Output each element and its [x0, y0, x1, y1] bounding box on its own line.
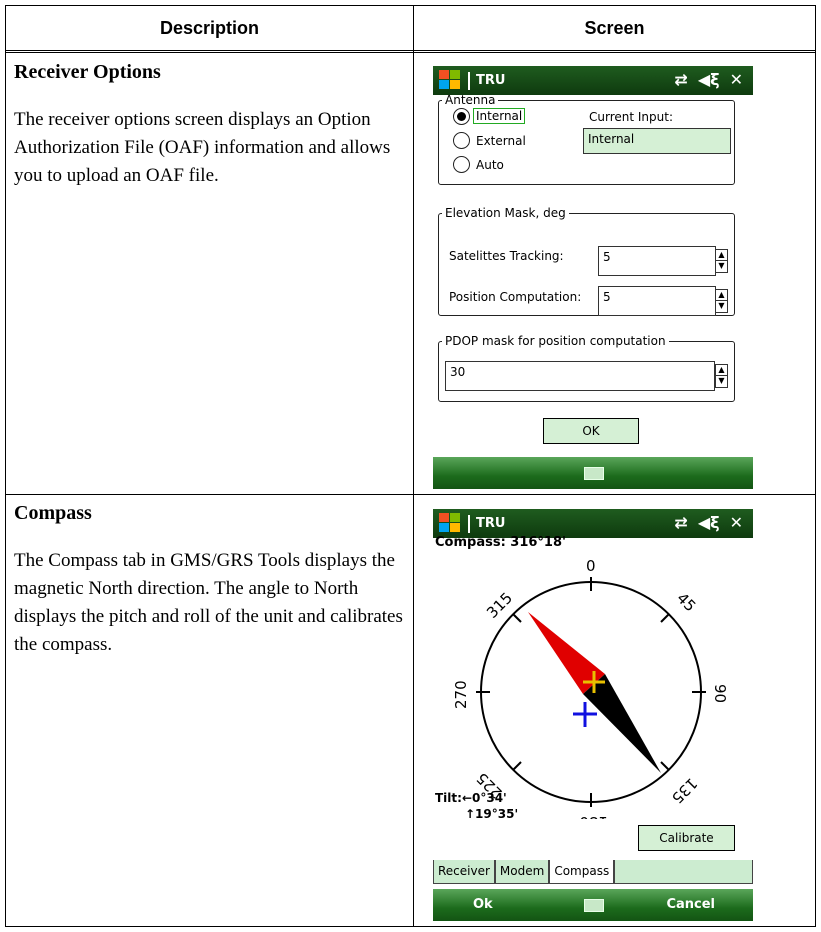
header-description: Description — [6, 6, 414, 50]
row-receiver-description: Receiver Options The receiver options sc… — [14, 61, 406, 190]
tab-compass[interactable]: Compass — [549, 860, 615, 884]
connection-icon[interactable]: ⇄ — [674, 70, 687, 89]
dial-label-270: 270 — [452, 680, 470, 709]
position-computation-label: Position Computation: — [449, 290, 582, 304]
status-icons: ⇄ ◀ξ ✕ — [674, 70, 743, 89]
position-spinner[interactable]: ▲ ▼ — [715, 289, 728, 313]
column-divider — [413, 6, 414, 926]
windows-logo-icon[interactable] — [439, 69, 463, 92]
soft-key-bar: Ok Cancel — [433, 889, 753, 921]
row-body: The Compass tab in GMS/GRS Tools display… — [14, 550, 403, 655]
row-title: Receiver Options — [14, 61, 161, 83]
soft-key-bar — [433, 457, 753, 489]
title-separator — [468, 71, 470, 90]
satellites-spinner[interactable]: ▲ ▼ — [715, 249, 728, 273]
radio-auto[interactable] — [453, 156, 470, 173]
tab-modem[interactable]: Modem — [494, 860, 550, 884]
satellites-tracking-input[interactable]: 5 — [598, 246, 716, 276]
satellites-tracking-label: Satelittes Tracking: — [449, 249, 564, 263]
pdop-input[interactable]: 30 — [445, 361, 715, 391]
tab-strip: Receiver Modem Compass — [433, 860, 753, 884]
row-divider — [6, 494, 815, 495]
close-icon[interactable]: ✕ — [730, 70, 743, 89]
compass-dial: 0 45 90 135 180 225 270 315 — [452, 557, 729, 819]
app-title: TRU — [476, 516, 506, 531]
soft-key-ok[interactable]: Ok — [473, 897, 493, 912]
elevation-legend: Elevation Mask, deg — [445, 206, 566, 220]
dial-label-135: 135 — [668, 774, 701, 807]
dial-label-180: 180 — [579, 813, 608, 819]
current-input-field: Internal — [583, 128, 731, 154]
dial-label-90: 90 — [711, 684, 729, 703]
pdop-spinner[interactable]: ▲ ▼ — [715, 364, 728, 388]
tilt-readout: Tilt:←0°34' — [435, 791, 507, 805]
table-header: Description Screen — [6, 6, 815, 53]
title-bar: TRU ⇄ ◀ξ ✕ — [433, 509, 753, 538]
row-compass-description: Compass The Compass tab in GMS/GRS Tools… — [14, 502, 406, 659]
antenna-legend: Antenna — [445, 93, 496, 107]
title-bar: TRU ⇄ ◀ξ ✕ — [433, 66, 753, 95]
current-input-label: Current Input: — [589, 110, 673, 124]
position-computation-input[interactable]: 5 — [598, 286, 716, 316]
radio-internal[interactable] — [453, 108, 470, 125]
speaker-icon[interactable]: ◀ξ — [698, 513, 720, 532]
dial-label-0: 0 — [586, 557, 596, 575]
radio-external-label[interactable]: External — [476, 134, 526, 148]
radio-external[interactable] — [453, 132, 470, 149]
header-screen: Screen — [584, 17, 645, 38]
ok-button[interactable]: OK — [543, 418, 639, 444]
pdop-legend: PDOP mask for position computation — [445, 334, 666, 348]
windows-logo-icon[interactable] — [439, 512, 463, 535]
keyboard-icon[interactable] — [584, 467, 604, 480]
tilt-cross — [573, 702, 597, 727]
compass-screen: TRU ⇄ ◀ξ ✕ Compass: 316°18' 0 45 90 135 … — [433, 509, 753, 921]
dial-label-45: 45 — [673, 589, 699, 615]
receiver-options-screen: TRU ⇄ ◀ξ ✕ Antenna Internal External Aut… — [433, 66, 753, 489]
row-title: Compass — [14, 502, 92, 524]
calibrate-button[interactable]: Calibrate — [638, 825, 735, 851]
row-body: The receiver options screen displays an … — [14, 109, 391, 186]
document-table: Description Screen Receiver Options The … — [5, 5, 816, 927]
soft-key-cancel[interactable]: Cancel — [666, 897, 715, 912]
compass-readout: Compass: 316°18' — [435, 535, 567, 550]
connection-icon[interactable]: ⇄ — [674, 513, 687, 532]
app-title: TRU — [476, 73, 506, 88]
close-icon[interactable]: ✕ — [730, 513, 743, 532]
title-separator — [468, 514, 470, 533]
tilt-readout-second: ↑19°35' — [465, 807, 519, 821]
speaker-icon[interactable]: ◀ξ — [698, 70, 720, 89]
status-icons: ⇄ ◀ξ ✕ — [674, 513, 743, 532]
tab-receiver[interactable]: Receiver — [433, 860, 495, 884]
radio-auto-label[interactable]: Auto — [476, 158, 504, 172]
radio-internal-label[interactable]: Internal — [473, 108, 526, 124]
tab-strip-filler — [614, 860, 753, 884]
keyboard-icon[interactable] — [584, 899, 604, 912]
